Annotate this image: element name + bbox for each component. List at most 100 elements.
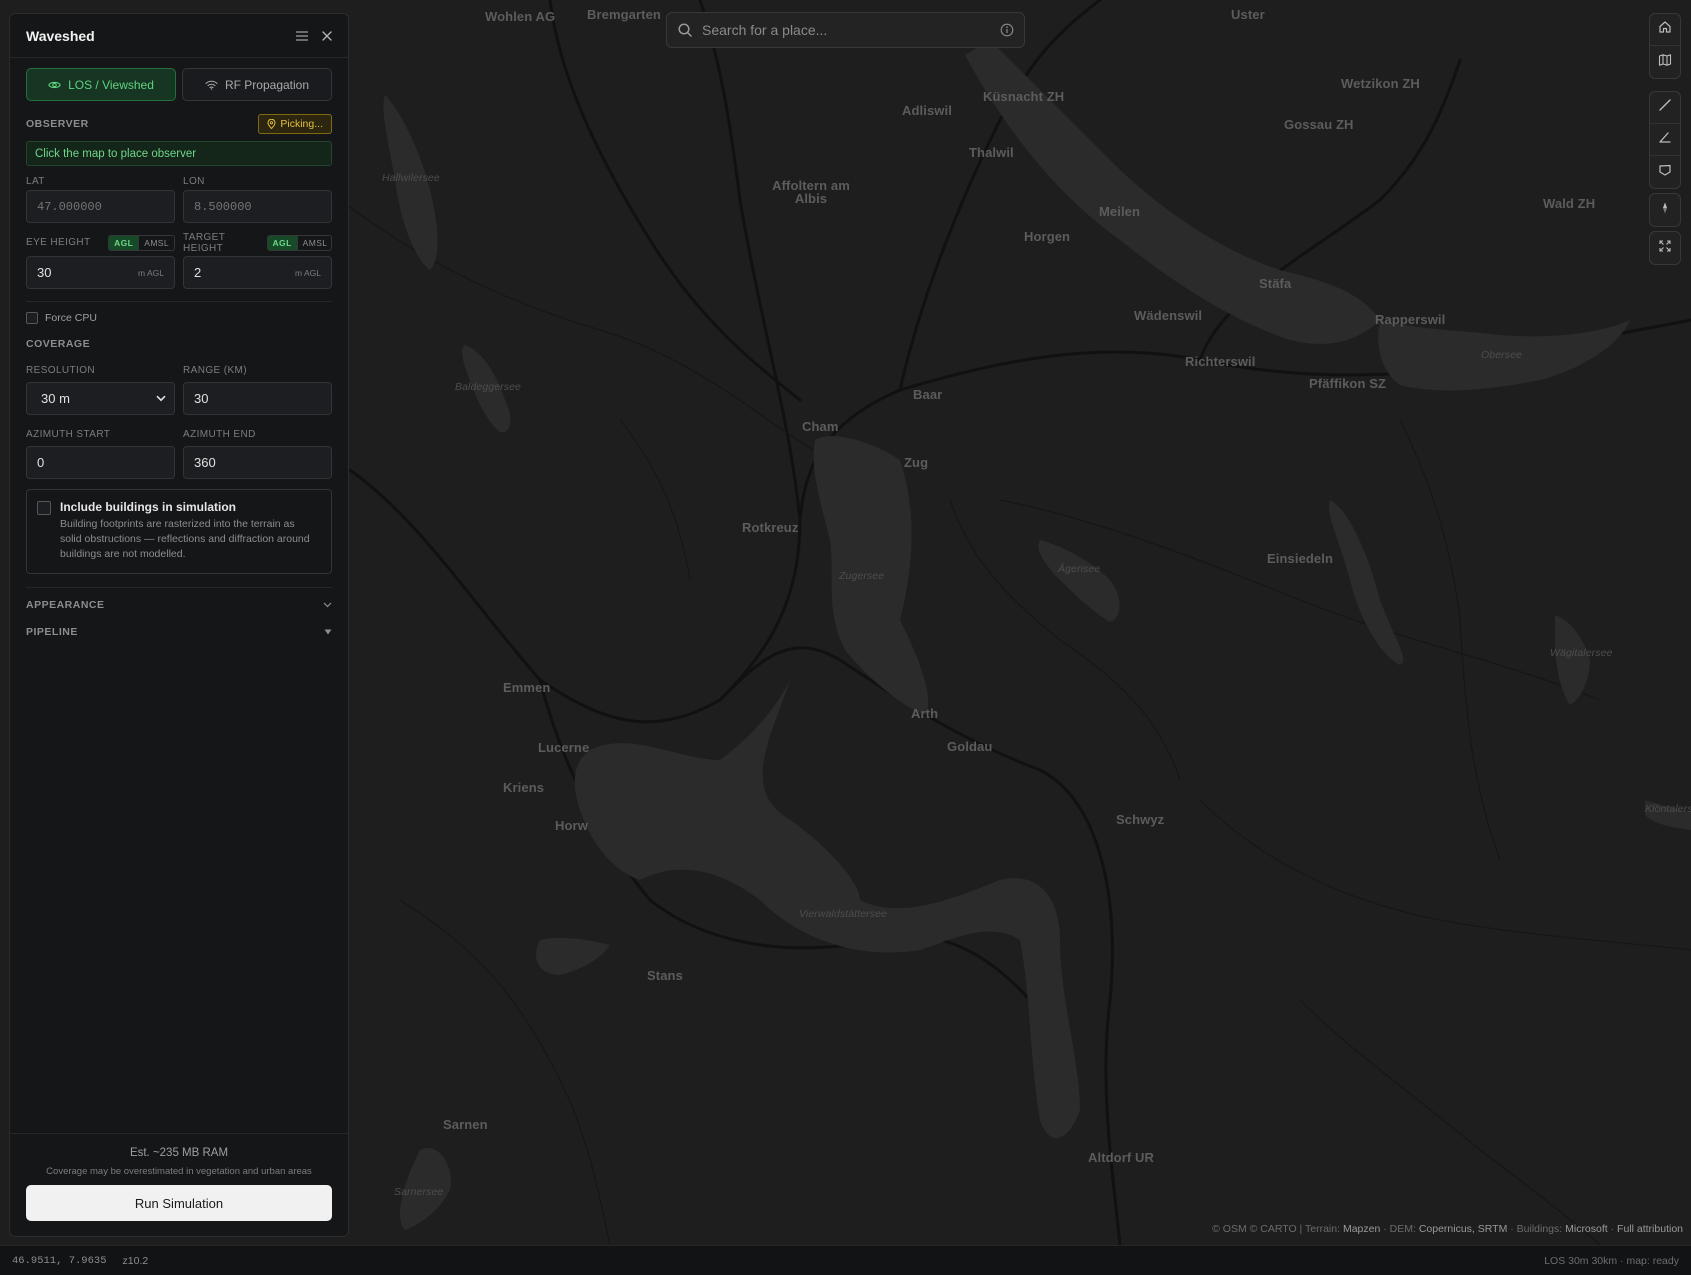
- eye-height-amsl-option[interactable]: AMSL: [138, 235, 174, 250]
- range-value[interactable]: 30: [194, 391, 208, 406]
- tab-los-viewshed[interactable]: LOS / Viewshed: [26, 68, 176, 101]
- appearance-section-toggle[interactable]: APPEARANCE: [26, 591, 332, 618]
- attribution-dem-link[interactable]: Copernicus, SRTM: [1419, 1223, 1508, 1235]
- coverage-warning: Coverage may be overestimated in vegetat…: [46, 1166, 312, 1177]
- lat-label: LAT: [26, 175, 45, 187]
- eye-height-value[interactable]: 30: [37, 265, 51, 280]
- lon-field[interactable]: [183, 190, 332, 223]
- attribution-terrain-link[interactable]: Mapzen: [1343, 1223, 1380, 1235]
- expand-icon: [1658, 239, 1672, 258]
- ruler-line-icon: [1658, 98, 1672, 117]
- map-label-town: Einsiedeln: [1267, 551, 1334, 566]
- map-label-lake: Sarnersee: [394, 1186, 444, 1198]
- tab-rf-propagation[interactable]: RF Propagation: [182, 68, 332, 101]
- pick-location-button[interactable]: Picking...: [258, 114, 332, 134]
- measure-area-button[interactable]: [1650, 156, 1680, 188]
- panel-footer: Est. ~235 MB RAM Coverage may be overest…: [10, 1133, 348, 1236]
- map-label-lake: Baldeggersee: [455, 381, 521, 393]
- run-simulation-button[interactable]: Run Simulation: [26, 1185, 332, 1221]
- search-input[interactable]: [702, 22, 1000, 38]
- status-summary: LOS 30m 30km · map: ready: [1544, 1254, 1679, 1267]
- resolution-value: 30 m: [41, 391, 70, 406]
- azimuth-end-value[interactable]: 360: [194, 455, 216, 470]
- target-height-amsl-option[interactable]: AMSL: [296, 235, 331, 250]
- azimuth-start-value[interactable]: 0: [37, 455, 44, 470]
- map-label-lake: Klöntalersee: [1645, 803, 1691, 815]
- map-label-town: Stans: [647, 968, 683, 983]
- map-label-lake: Zugersee: [839, 570, 885, 582]
- home-icon: [1658, 20, 1672, 39]
- resolution-select[interactable]: 30 m: [26, 382, 175, 415]
- target-height-field[interactable]: 2 m AGL: [183, 256, 332, 289]
- map-label-town: Affoltern am Albis: [772, 178, 850, 206]
- measure-angle-button[interactable]: [1650, 124, 1680, 156]
- map-label-town: Uster: [1231, 7, 1265, 22]
- menu-icon[interactable]: [296, 30, 308, 41]
- map-label-lake: Vierwaldstättersee: [799, 908, 887, 920]
- map-label-town: Küsnacht ZH: [983, 89, 1065, 104]
- azimuth-end-field[interactable]: 360: [183, 446, 332, 479]
- app-title: Waveshed: [26, 27, 95, 44]
- map-label-town: Altdorf UR: [1088, 1150, 1154, 1165]
- divider: [26, 587, 332, 588]
- map-label-town: Baar: [913, 387, 943, 402]
- pipeline-section-toggle[interactable]: PIPELINE: [26, 618, 332, 645]
- map-label-town: Meilen: [1099, 204, 1141, 219]
- map-label-town: Pfäffikon SZ: [1309, 376, 1387, 391]
- force-cpu-option[interactable]: Force CPU: [26, 312, 332, 324]
- include-buildings-option[interactable]: Include buildings in simulation Building…: [26, 489, 332, 574]
- target-height-value[interactable]: 2: [194, 265, 201, 280]
- target-height-agl-option[interactable]: AGL: [267, 235, 297, 250]
- eye-height-agl-option[interactable]: AGL: [109, 235, 139, 250]
- map-label-town: Horgen: [1024, 229, 1071, 244]
- info-icon[interactable]: [1000, 23, 1014, 37]
- map-label-town: Zug: [904, 455, 929, 470]
- basemap-button[interactable]: [1650, 46, 1680, 78]
- force-cpu-checkbox[interactable]: [26, 312, 38, 324]
- azimuth-start-field[interactable]: 0: [26, 446, 175, 479]
- map-label-town: Wald ZH: [1543, 196, 1596, 211]
- range-field[interactable]: 30: [183, 382, 332, 415]
- map-label-town: Kriens: [503, 780, 545, 795]
- home-button[interactable]: [1650, 14, 1680, 46]
- fullscreen-button[interactable]: [1650, 232, 1680, 264]
- tab-label: RF Propagation: [224, 77, 310, 92]
- attribution-buildings-link[interactable]: Microsoft: [1565, 1223, 1608, 1235]
- map-label-town: Rapperswil: [1375, 312, 1446, 327]
- map-label-town: Wetzikon ZH: [1341, 76, 1420, 91]
- compass-toolbar: [1649, 193, 1681, 227]
- cursor-coordinates: 46.9511, 7.9635: [12, 1254, 107, 1267]
- include-buildings-checkbox[interactable]: [37, 501, 51, 515]
- polygon-icon: [1658, 163, 1672, 182]
- lon-input[interactable]: [194, 199, 321, 214]
- coverage-section-title: COVERAGE: [26, 338, 91, 350]
- full-attribution-link[interactable]: Full attribution: [1617, 1223, 1683, 1235]
- range-label: RANGE (KM): [183, 364, 247, 376]
- attribution-dem-prefix: · DEM:: [1380, 1223, 1419, 1235]
- eye-height-reference-toggle: AGL AMSL: [108, 234, 175, 251]
- reset-north-button[interactable]: [1650, 194, 1680, 226]
- eye-height-field[interactable]: 30 m AGL: [26, 256, 175, 289]
- panel-header: Waveshed: [10, 14, 348, 58]
- map-label-town: Arth: [911, 706, 939, 721]
- place-search[interactable]: [666, 12, 1025, 48]
- lat-input[interactable]: [37, 199, 164, 214]
- map-view-toolbar: [1649, 13, 1681, 79]
- map-label-town: Thalwil: [969, 145, 1014, 160]
- map-label-town: Gossau ZH: [1284, 117, 1354, 132]
- measure-distance-button[interactable]: [1650, 92, 1680, 124]
- map-label-town: Lucerne: [538, 740, 590, 755]
- lon-label: LON: [183, 175, 205, 187]
- angle-icon: [1658, 130, 1672, 149]
- zoom-level: z10.2: [122, 1254, 149, 1267]
- target-height-unit: m AGL: [295, 267, 321, 278]
- map-label-lake: Ägerisee: [1058, 563, 1101, 575]
- azimuth-start-label: AZIMUTH START: [26, 428, 111, 440]
- compass-icon: [1658, 201, 1672, 220]
- map-label-town: Cham: [802, 419, 839, 434]
- attribution-buildings-prefix: · Buildings:: [1507, 1223, 1566, 1235]
- include-buildings-description: Building footprints are rasterized into …: [60, 518, 310, 560]
- close-icon[interactable]: [322, 30, 332, 41]
- lat-field[interactable]: [26, 190, 175, 223]
- map-attribution: © OSM © CARTO | Terrain: Mapzen · DEM: C…: [1212, 1223, 1683, 1235]
